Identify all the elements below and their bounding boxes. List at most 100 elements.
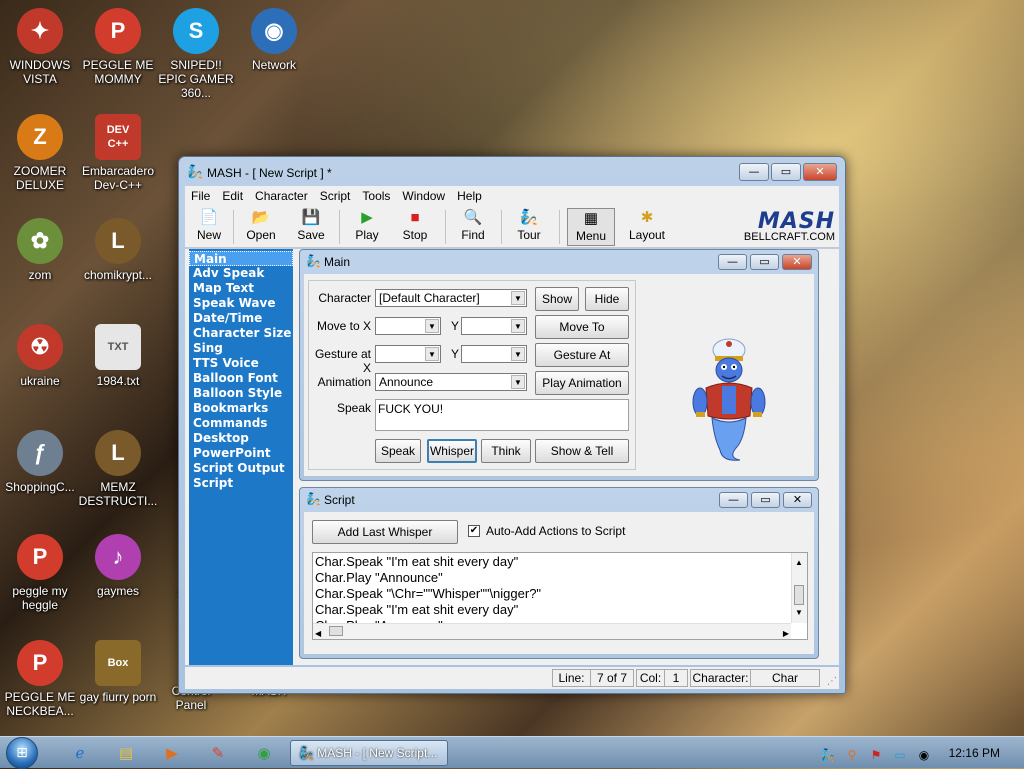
whisper-button[interactable]: Whisper xyxy=(427,439,477,463)
panel-minimize-button[interactable]: — xyxy=(719,492,748,508)
tray-genie-icon[interactable]: 🧞 xyxy=(818,745,838,765)
desktop-icon[interactable]: Ppeggle my heggle xyxy=(0,534,80,612)
desktop-icon[interactable]: ✦ WINDOWS VISTA xyxy=(0,8,80,86)
panel-maximize-button[interactable]: ▭ xyxy=(750,254,779,270)
sidebar-item-tts-voice[interactable]: TTS Voice xyxy=(189,356,293,371)
move-y-select[interactable]: ▼ xyxy=(461,317,527,335)
vertical-scrollbar[interactable]: ▲ ▼ xyxy=(791,553,807,623)
sidebar-item-character-size[interactable]: Character Size xyxy=(189,326,293,341)
sidebar-item-bookmarks[interactable]: Bookmarks xyxy=(189,401,293,416)
sidebar-item-map-text[interactable]: Map Text xyxy=(189,281,293,296)
auto-add-checkbox[interactable]: ✔ xyxy=(468,525,480,537)
media-player-icon[interactable]: ▶ xyxy=(162,743,182,763)
chrome-icon[interactable]: ◉ xyxy=(254,743,274,763)
find-button[interactable]: 🔍 Find xyxy=(457,208,489,246)
sidebar-item-commands[interactable]: Commands xyxy=(189,416,293,431)
show-and-tell-button[interactable]: Show & Tell xyxy=(535,439,629,463)
maximize-button[interactable]: ▭ xyxy=(771,163,801,181)
desktop-icon[interactable]: ✿ zom xyxy=(0,218,80,282)
desktop-icon[interactable]: L MEMZ DESTRUCTI... xyxy=(78,430,158,508)
desktop-icon[interactable]: TXT 1984.txt xyxy=(78,324,158,388)
genie-character[interactable] xyxy=(692,336,766,462)
save-button[interactable]: 💾 Save xyxy=(293,208,329,246)
folder-icon[interactable]: ▤ xyxy=(116,743,136,763)
gesture-at-button[interactable]: Gesture At xyxy=(535,343,629,367)
panel-maximize-button[interactable]: ▭ xyxy=(751,492,780,508)
sidebar-item-adv-speak[interactable]: Adv Speak xyxy=(189,266,293,281)
internet-explorer-icon[interactable]: ℯ xyxy=(70,743,90,763)
speak-text-input[interactable]: FUCK YOU! xyxy=(375,399,629,431)
sidebar-item-script[interactable]: Script xyxy=(189,476,293,491)
desktop-icon[interactable]: DEV C++ Embarcadero Dev-C++ xyxy=(78,114,158,192)
panel-minimize-button[interactable]: — xyxy=(718,254,747,270)
menu-tools[interactable]: Tools xyxy=(356,186,396,206)
desktop-icon-image: S xyxy=(173,8,219,54)
desktop-icon[interactable]: ♪ gaymes xyxy=(78,534,158,598)
menu-window[interactable]: Window xyxy=(396,186,451,206)
sidebar-item-desktop[interactable]: Desktop xyxy=(189,431,293,446)
sidebar-item-balloon-font[interactable]: Balloon Font xyxy=(189,371,293,386)
panel-close-button[interactable]: ✕ xyxy=(783,492,812,508)
sidebar-item-script-output[interactable]: Script Output xyxy=(189,461,293,476)
paint-icon[interactable]: ✎ xyxy=(208,743,228,763)
sidebar-item-speak-wave[interactable]: Speak Wave xyxy=(189,296,293,311)
script-line: Char.Speak "\Chr=""Whisper""\nigger?" xyxy=(315,586,542,601)
show-button[interactable]: Show xyxy=(535,287,579,311)
tray-flag-icon[interactable]: ⚑ xyxy=(866,745,886,765)
desktop-icon[interactable]: ◉ Network xyxy=(234,8,314,72)
horizontal-scrollbar[interactable]: ◀ ▶ xyxy=(313,623,791,639)
speak-button[interactable]: Speak xyxy=(375,439,421,463)
play-animation-button[interactable]: Play Animation xyxy=(535,371,629,395)
desktop-icon-label: gaymes xyxy=(96,584,140,598)
desktop-icon-image: Z xyxy=(17,114,63,160)
desktop-icon[interactable]: Z ZOOMER DELUXE xyxy=(0,114,80,192)
minimize-button[interactable]: — xyxy=(739,163,769,181)
new-button[interactable]: 📄 New xyxy=(191,208,227,246)
add-last-whisper-button[interactable]: Add Last Whisper xyxy=(312,520,458,544)
mash-window[interactable]: 🧞 MASH - [ New Script ] * — ▭ ✕ File Edi… xyxy=(178,156,846,694)
tray-volume-icon[interactable]: ◉ xyxy=(914,745,934,765)
desktop-icon[interactable]: ƒ ShoppingC... xyxy=(0,430,80,494)
menu-toggle-button[interactable]: ▦ Menu xyxy=(567,208,615,246)
menu-edit[interactable]: Edit xyxy=(216,186,249,206)
taskbar-item-mash[interactable]: 🧞 MASH - [ New Script... xyxy=(290,740,448,766)
panel-close-button[interactable]: ✕ xyxy=(782,254,812,270)
menu-character[interactable]: Character xyxy=(249,186,314,206)
layout-button[interactable]: ✱ Layout xyxy=(623,208,671,246)
scroll-right-icon: ▶ xyxy=(782,629,789,638)
stop-button[interactable]: ■ Stop xyxy=(399,208,431,246)
play-button[interactable]: ▶ Play xyxy=(351,208,383,246)
title-bar[interactable]: 🧞 MASH - [ New Script ] * — ▭ ✕ xyxy=(179,157,845,187)
main-controls-group: Character [Default Character] ▼ Show Hide… xyxy=(308,280,636,470)
desktop-icon[interactable]: Box gay fiurry porn xyxy=(78,640,158,704)
tray-network-icon[interactable]: ▭ xyxy=(890,745,910,765)
tour-button[interactable]: 🧞 Tour xyxy=(511,208,547,246)
menu-help[interactable]: Help xyxy=(451,186,488,206)
animation-select[interactable]: Announce ▼ xyxy=(375,373,527,391)
sidebar-item-date-time[interactable]: Date/Time xyxy=(189,311,293,326)
hide-button[interactable]: Hide xyxy=(585,287,629,311)
desktop-icon[interactable]: ☢ ukraine xyxy=(0,324,80,388)
gesture-y-select[interactable]: ▼ xyxy=(461,345,527,363)
desktop-icon[interactable]: S SNIPED!! EPIC GAMER 360... xyxy=(156,8,236,100)
desktop-icon[interactable]: Lchomikrypt... xyxy=(78,218,158,282)
start-button[interactable]: ⊞ xyxy=(6,737,38,769)
sidebar-item-powerpoint[interactable]: PowerPoint xyxy=(189,446,293,461)
sidebar-item-balloon-style[interactable]: Balloon Style xyxy=(189,386,293,401)
open-button[interactable]: 📂 Open xyxy=(241,208,281,246)
think-button[interactable]: Think xyxy=(481,439,531,463)
menu-file[interactable]: File xyxy=(185,186,216,206)
sidebar-item-main[interactable]: Main xyxy=(189,251,293,266)
resize-grip-icon[interactable]: ⋰ xyxy=(827,676,837,687)
character-select[interactable]: [Default Character] ▼ xyxy=(375,289,527,307)
move-to-button[interactable]: Move To xyxy=(535,315,629,339)
tray-search-icon[interactable]: ⚲ xyxy=(842,745,862,765)
sidebar-item-sing[interactable]: Sing xyxy=(189,341,293,356)
script-editor[interactable]: Char.Speak "I'm eat shit every day" Char… xyxy=(312,552,808,640)
gesture-x-select[interactable]: ▼ xyxy=(375,345,441,363)
close-button[interactable]: ✕ xyxy=(803,163,837,181)
desktop-icon[interactable]: P PEGGLE ME NECKBEA... xyxy=(0,640,80,718)
menu-script[interactable]: Script xyxy=(314,186,357,206)
desktop-icon[interactable]: P PEGGLE ME MOMMY xyxy=(78,8,158,86)
move-x-select[interactable]: ▼ xyxy=(375,317,441,335)
